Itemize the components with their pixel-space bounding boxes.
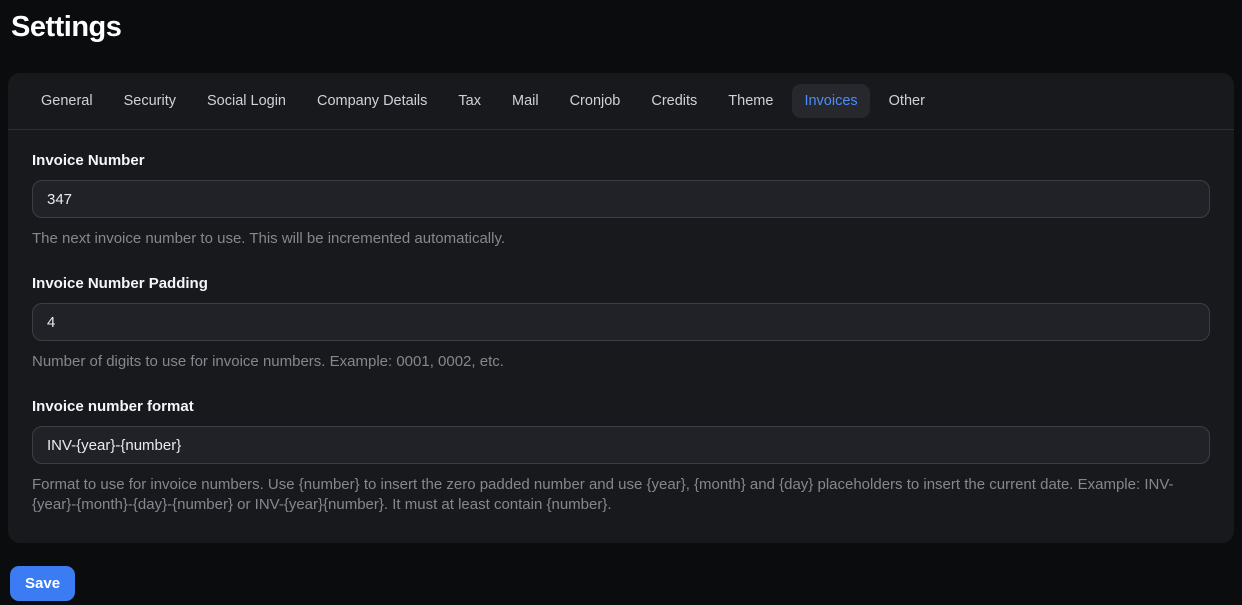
invoices-settings-panel: Invoice Number The next invoice number t… xyxy=(8,130,1234,543)
settings-tab-bar: General Security Social Login Company De… xyxy=(8,73,1234,130)
invoice-number-format-help-text: Format to use for invoice numbers. Use {… xyxy=(32,476,1174,513)
tab-security[interactable]: Security xyxy=(112,84,188,118)
save-button[interactable]: Save xyxy=(10,566,76,601)
tab-general[interactable]: General xyxy=(29,84,105,118)
invoice-number-input[interactable] xyxy=(32,180,1210,218)
invoice-number-label: Invoice Number xyxy=(32,152,145,169)
invoice-number-padding-field-group: Invoice Number Padding Number of digits … xyxy=(32,275,1210,372)
tab-theme[interactable]: Theme xyxy=(716,84,785,118)
invoice-number-format-label: Invoice number format xyxy=(32,398,194,415)
tab-tax[interactable]: Tax xyxy=(446,84,493,118)
invoice-number-padding-help-text: Number of digits to use for invoice numb… xyxy=(32,353,504,370)
page-title: Settings xyxy=(11,11,122,43)
invoice-number-help-text: The next invoice number to use. This wil… xyxy=(32,230,506,247)
invoice-number-format-field-group: Invoice number format Format to use for … xyxy=(32,398,1210,515)
tab-mail[interactable]: Mail xyxy=(500,84,551,118)
invoice-number-padding-input[interactable] xyxy=(32,303,1210,341)
tab-invoices[interactable]: Invoices xyxy=(792,84,870,118)
invoice-number-field-group: Invoice Number The next invoice number t… xyxy=(32,152,1210,249)
settings-card: General Security Social Login Company De… xyxy=(8,73,1234,543)
invoice-number-format-input[interactable] xyxy=(32,426,1210,464)
tab-cronjob[interactable]: Cronjob xyxy=(558,84,633,118)
tab-other[interactable]: Other xyxy=(877,84,937,118)
invoice-number-padding-label: Invoice Number Padding xyxy=(32,275,208,292)
tab-company-details[interactable]: Company Details xyxy=(305,84,439,118)
tab-social-login[interactable]: Social Login xyxy=(195,84,298,118)
tab-credits[interactable]: Credits xyxy=(639,84,709,118)
